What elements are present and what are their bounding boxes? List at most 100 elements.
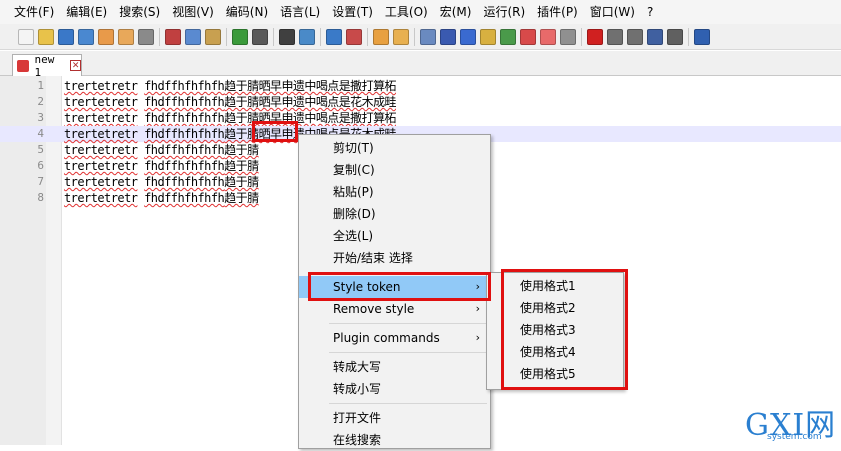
line-text: trertetretr fhdffhfhfhfh趋于腈晒早申遗中喝点是撒打算柘 xyxy=(64,110,397,126)
open-file-icon[interactable] xyxy=(38,28,54,45)
tab-new-1[interactable]: new 1 ✕ xyxy=(12,52,82,79)
play-macro-icon[interactable] xyxy=(627,28,643,45)
token-chinese: 趋于腈 xyxy=(224,159,259,173)
tab-bar: new 1 ✕ xyxy=(0,51,841,79)
menu-item-to-upper[interactable]: 转成大写 xyxy=(299,356,490,378)
watermark-domain: system.com xyxy=(767,432,822,442)
menu-item-open-file[interactable]: 打开文件 xyxy=(299,407,490,429)
menu-window[interactable]: 窗口(W) xyxy=(584,0,641,24)
menu-item-search-online[interactable]: 在线搜索 xyxy=(299,429,490,451)
menu-item-cut[interactable]: 剪切(T) xyxy=(299,137,490,159)
toolbar-separator xyxy=(367,27,368,46)
menu-item-copy[interactable]: 复制(C) xyxy=(299,159,490,181)
toolbar-separator xyxy=(320,27,321,46)
token-word: fhdffhfhfhfh xyxy=(144,111,225,125)
tab-label: new 1 xyxy=(34,52,55,79)
menu-plugins[interactable]: 插件(P) xyxy=(531,0,584,24)
menu-item-delete[interactable]: 删除(D) xyxy=(299,203,490,225)
menu-language[interactable]: 语言(L) xyxy=(274,0,326,24)
close-icon[interactable] xyxy=(98,28,114,45)
line-number: 7 xyxy=(37,175,44,188)
indent-guide-icon[interactable] xyxy=(460,28,476,45)
menu-file[interactable]: 文件(F) xyxy=(0,0,60,24)
close-all-icon[interactable] xyxy=(118,28,134,45)
menu-settings[interactable]: 设置(T) xyxy=(326,0,379,24)
submenu-arrow-icon: › xyxy=(475,331,480,344)
menu-item-remove-style[interactable]: Remove style › xyxy=(299,298,490,320)
line-text: trertetretr fhdffhfhfhfh趋于腈 xyxy=(64,158,259,174)
menu-item-to-lower[interactable]: 转成小写 xyxy=(299,378,490,400)
stop-record-icon[interactable] xyxy=(607,28,623,45)
undo-icon[interactable] xyxy=(232,28,248,45)
redo-icon[interactable] xyxy=(252,28,268,45)
line-number: 2 xyxy=(37,95,44,108)
menu-separator xyxy=(329,352,487,353)
save-macro-icon[interactable] xyxy=(667,28,683,45)
zoom-in-icon[interactable] xyxy=(326,28,342,45)
line-number: 3 xyxy=(37,111,44,124)
submenu-arrow-icon: › xyxy=(475,302,480,315)
line-text: trertetretr fhdffhfhfhfh趋于腈晒早申遗中喝点是花木成畦 xyxy=(64,94,397,110)
editor-line[interactable]: 3 trertetretr fhdffhfhfhfh趋于腈晒早申遗中喝点是撒打算柘 xyxy=(0,110,841,126)
menu-bar: 文件(F) 编辑(E) 搜索(S) 视图(V) 编码(N) 语言(L) 设置(T… xyxy=(0,0,841,24)
style-token-highlight-box xyxy=(308,272,491,301)
word-wrap-icon[interactable] xyxy=(420,28,436,45)
token-word: fhdffhfhfhfh xyxy=(144,95,225,109)
menu-item-paste[interactable]: 粘贴(P) xyxy=(299,181,490,203)
token-chinese: 趋于腈 xyxy=(224,143,259,157)
close-tab-icon[interactable]: ✕ xyxy=(70,60,81,71)
new-file-icon[interactable] xyxy=(18,28,34,45)
spell-check-icon[interactable] xyxy=(694,28,710,45)
toolbar-separator xyxy=(273,27,274,46)
editor-line[interactable]: 1 trertetretr fhdffhfhfhfh趋于腈晒早申遗中喝点是撒打算柘 xyxy=(0,78,841,94)
menu-item-begin-end-select[interactable]: 开始/结束 选择 xyxy=(299,247,490,269)
menu-macro[interactable]: 宏(M) xyxy=(434,0,478,24)
paste-icon[interactable] xyxy=(205,28,221,45)
save-icon[interactable] xyxy=(58,28,74,45)
save-all-icon[interactable] xyxy=(78,28,94,45)
menu-run[interactable]: 运行(R) xyxy=(477,0,531,24)
show-all-chars-icon[interactable] xyxy=(440,28,456,45)
menu-item-select-all[interactable]: 全选(L) xyxy=(299,225,490,247)
doc-map-icon[interactable] xyxy=(480,28,496,45)
replace-icon[interactable] xyxy=(299,28,315,45)
folder-workspace-icon[interactable] xyxy=(520,28,536,45)
submenu-highlight-box xyxy=(501,269,628,390)
menu-item-plugin-commands[interactable]: Plugin commands › xyxy=(299,327,490,349)
cut-icon[interactable] xyxy=(165,28,181,45)
menu-encoding[interactable]: 编码(N) xyxy=(220,0,274,24)
token-word: trertetretr xyxy=(64,159,138,173)
menu-search[interactable]: 搜索(S) xyxy=(113,0,166,24)
token-word: trertetretr xyxy=(64,79,138,93)
monitor-icon[interactable] xyxy=(540,28,556,45)
function-list-icon[interactable] xyxy=(500,28,516,45)
token-word: trertetretr xyxy=(64,127,138,141)
sync-vertical-icon[interactable] xyxy=(373,28,389,45)
token-chinese: 趋于腈晒早申遗中喝点是撒打算柘 xyxy=(224,111,396,125)
line-number: 4 xyxy=(37,127,44,140)
token-word: trertetretr xyxy=(64,95,138,109)
token-word: trertetretr xyxy=(64,111,138,125)
menu-help[interactable]: ? xyxy=(641,0,659,24)
copy-icon[interactable] xyxy=(185,28,201,45)
menu-tools[interactable]: 工具(O) xyxy=(379,0,434,24)
editor-line[interactable]: 2 trertetretr fhdffhfhfhfh趋于腈晒早申遗中喝点是花木成畦 xyxy=(0,94,841,110)
watermark-logo: GXI网 system.com xyxy=(745,400,841,445)
menu-view[interactable]: 视图(V) xyxy=(166,0,220,24)
toolbar-separator xyxy=(414,27,415,46)
run-macro-multiple-icon[interactable] xyxy=(647,28,663,45)
line-text: trertetretr fhdffhfhfhfh趋于腈 xyxy=(64,190,259,206)
menu-separator xyxy=(329,403,487,404)
find-icon[interactable] xyxy=(279,28,295,45)
toolbar-separator xyxy=(688,27,689,46)
toolbar-separator xyxy=(159,27,160,46)
zoom-out-icon[interactable] xyxy=(346,28,362,45)
token-word: trertetretr xyxy=(64,191,138,205)
print-icon[interactable] xyxy=(138,28,154,45)
menu-edit[interactable]: 编辑(E) xyxy=(60,0,113,24)
token-chinese: 趋于腈 xyxy=(224,175,259,189)
record-macro-icon[interactable] xyxy=(587,28,603,45)
sync-horizontal-icon[interactable] xyxy=(393,28,409,45)
bubble-icon[interactable] xyxy=(560,28,576,45)
toolbar-separator xyxy=(226,27,227,46)
